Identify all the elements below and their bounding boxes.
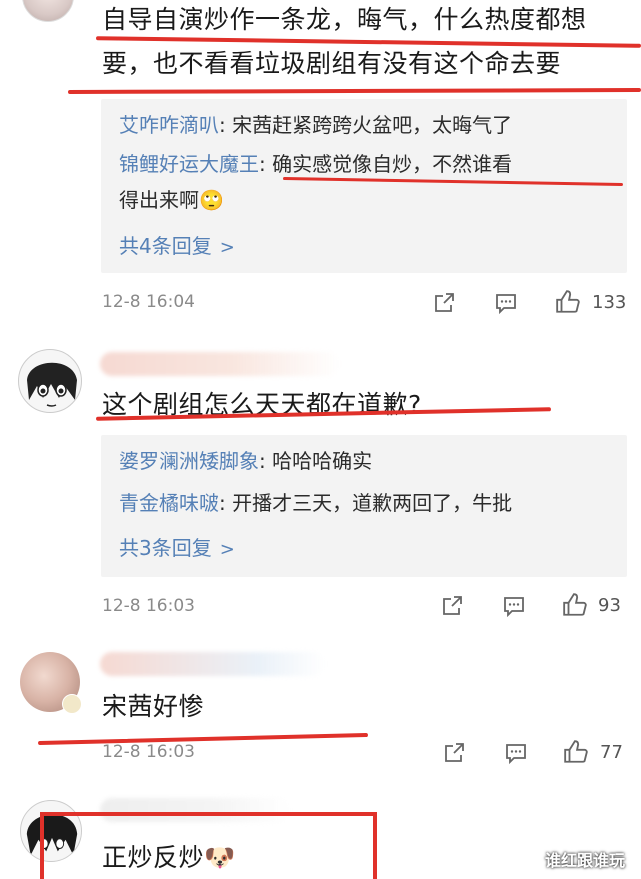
avatar[interactable] — [18, 349, 82, 413]
more-chevron-icon: > — [219, 237, 235, 258]
like-count: 93 — [598, 595, 621, 616]
reply-username[interactable]: 青金橘味啵 — [119, 491, 219, 515]
like-count: 133 — [592, 292, 627, 313]
like-icon[interactable] — [555, 289, 581, 315]
highlight-box — [40, 812, 377, 879]
reply-item[interactable]: 婆罗澜洲矮脚象: 哈哈哈确实 — [119, 446, 372, 476]
share-icon[interactable] — [432, 291, 456, 315]
reply-username[interactable]: 艾咋咋滴叭 — [119, 113, 219, 137]
reply-item[interactable]: 锦鲤好运大魔王: 确实感觉像自炒，不然谁看 — [119, 149, 512, 179]
share-icon[interactable] — [440, 594, 464, 618]
reply-text-cont: 得出来啊🙄 — [119, 188, 224, 212]
reply-text: : 哈哈哈确实 — [259, 449, 373, 473]
highlight-underline — [38, 732, 368, 746]
comment-text-line: 要，也不看看垃圾剧组有没有这个命去要 — [102, 49, 562, 78]
comment-time: 12-8 16:03 — [102, 596, 195, 616]
reply-item[interactable]: 艾咋咋滴叭: 宋茜赶紧跨跨火盆吧，太晦气了 — [119, 110, 512, 140]
verified-badge-icon — [62, 694, 82, 714]
username-blurred[interactable] — [100, 352, 340, 376]
comment-text-line: 自导自演炒作一条龙，晦气，什么热度都想 — [102, 5, 587, 34]
comment-text: 这个剧组怎么天天都在道歉? — [102, 383, 422, 427]
more-replies-link[interactable]: 共4条回复 > — [119, 230, 235, 259]
reply-box[interactable]: 婆罗澜洲矮脚象: 哈哈哈确实 青金橘味啵: 开播才三天，道歉两回了，牛批 共3条… — [101, 435, 627, 577]
reply-username[interactable]: 锦鲤好运大魔王 — [119, 152, 259, 176]
reply-username[interactable]: 婆罗澜洲矮脚象 — [119, 449, 259, 473]
comment-text: 宋茜好惨 — [102, 685, 204, 729]
comment-text-line: 宋茜好惨 — [102, 692, 205, 721]
reply-item[interactable]: 青金橘味啵: 开播才三天，道歉两回了，牛批 — [119, 488, 512, 518]
share-icon[interactable] — [442, 741, 466, 765]
username-blurred[interactable] — [100, 652, 325, 676]
like-icon[interactable] — [563, 739, 589, 765]
comment-time: 12-8 16:04 — [102, 292, 195, 312]
comment-icon[interactable] — [502, 594, 526, 618]
comment-icon[interactable] — [504, 741, 528, 765]
like-icon[interactable] — [562, 592, 588, 618]
more-chevron-icon: > — [219, 539, 235, 560]
reply-text: : 宋茜赶紧跨跨火盆吧，太晦气了 — [219, 113, 513, 137]
highlight-underline — [67, 87, 641, 95]
comment-text-line: 这个剧组怎么天天都在道歉? — [102, 390, 422, 419]
comment-icon[interactable] — [494, 291, 518, 315]
reply-text: : 确实感觉像自炒，不然谁看 — [259, 152, 513, 176]
watermark: 谁红跟谁玩 — [545, 851, 626, 870]
more-replies-link[interactable]: 共3条回复 > — [119, 532, 235, 561]
reply-text: : 开播才三天，道歉两回了，牛批 — [219, 491, 513, 515]
comment-time: 12-8 16:03 — [102, 742, 195, 762]
like-count: 77 — [600, 742, 623, 763]
reply-box[interactable]: 艾咋咋滴叭: 宋茜赶紧跨跨火盆吧，太晦气了 锦鲤好运大魔王: 确实感觉像自炒，不… — [101, 99, 627, 273]
more-replies-label[interactable]: 共4条回复 — [119, 234, 212, 258]
more-replies-label[interactable]: 共3条回复 — [119, 536, 212, 560]
avatar[interactable] — [22, 0, 74, 22]
